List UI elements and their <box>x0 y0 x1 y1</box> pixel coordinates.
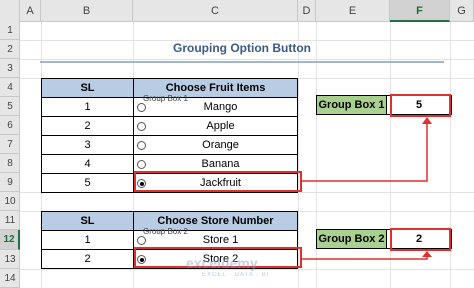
row-header-4[interactable]: 4 <box>0 78 20 97</box>
highlight-jackfruit <box>134 171 302 192</box>
row-header-2[interactable]: 2 <box>0 40 20 59</box>
highlight-value-2 <box>390 228 451 251</box>
watermark-logo: exceldemy <box>186 255 258 271</box>
radio-button[interactable] <box>137 236 146 245</box>
row-header-5[interactable]: 5 <box>0 97 20 116</box>
sl-cell[interactable]: 3 <box>41 135 134 155</box>
sl-cell[interactable]: 1 <box>41 230 134 250</box>
table-header-sl: SL <box>41 211 134 231</box>
radio-button[interactable] <box>137 122 146 131</box>
radio-button[interactable] <box>137 160 146 169</box>
fruit-option[interactable]: Orange <box>133 135 298 155</box>
column-header-d[interactable]: D <box>298 0 316 22</box>
title-underline <box>40 61 444 63</box>
watermark-tagline: EXCEL · DATA · BI <box>202 272 270 278</box>
column-header-b[interactable]: B <box>41 0 133 22</box>
row-header-7[interactable]: 7 <box>0 135 20 154</box>
column-header-g[interactable]: G <box>450 0 474 22</box>
row-header-1[interactable]: 1 <box>0 22 20 40</box>
row-header-3[interactable]: 3 <box>0 59 20 78</box>
column-header-bar: A B C D E F G <box>0 0 474 22</box>
row-header-11[interactable]: 11 <box>0 211 20 230</box>
row-header-6[interactable]: 6 <box>0 116 20 135</box>
option-label: Apple <box>206 120 235 132</box>
group-box-caption-2[interactable]: Group Box 2 <box>143 227 188 236</box>
sl-cell[interactable]: 2 <box>41 116 134 136</box>
gridline <box>20 59 474 60</box>
option-label: Banana <box>201 158 240 170</box>
table-row: 2 Apple <box>41 116 298 136</box>
sl-cell[interactable]: 5 <box>41 173 134 193</box>
arrow-head-2 <box>422 251 432 257</box>
page-title: Grouping Option Button <box>173 41 311 55</box>
arrow-line-2 <box>302 256 428 260</box>
table-row: 3 Orange <box>41 135 298 155</box>
row-header-8[interactable]: 8 <box>0 154 20 173</box>
column-header-a[interactable]: A <box>20 0 41 22</box>
sl-cell[interactable]: 4 <box>41 154 134 174</box>
radio-button[interactable] <box>137 141 146 150</box>
highlight-value-1 <box>390 94 451 117</box>
group-box-caption-1[interactable]: Group Box 1 <box>143 94 188 103</box>
row-header-12[interactable]: 12 <box>0 230 20 250</box>
row-header-14[interactable]: 14 <box>0 269 20 288</box>
select-all-corner[interactable] <box>0 0 20 22</box>
column-header-e[interactable]: E <box>316 0 390 22</box>
row-header-10[interactable]: 10 <box>0 192 20 211</box>
group-box-2-label: Group Box 2 <box>317 230 387 248</box>
row-header-13[interactable]: 13 <box>0 250 20 269</box>
row-header-9[interactable]: 9 <box>0 173 20 192</box>
arrow-head-1 <box>422 117 432 124</box>
sl-cell[interactable]: 1 <box>41 97 134 117</box>
group-box-1-label: Group Box 1 <box>317 96 387 114</box>
option-label: Mango <box>203 101 238 113</box>
radio-button[interactable] <box>137 103 146 112</box>
sl-cell[interactable]: 2 <box>41 249 134 269</box>
option-label: Store 1 <box>202 234 239 246</box>
table-header-sl: SL <box>41 78 134 98</box>
column-header-c[interactable]: C <box>133 0 298 22</box>
row-header-bar: 1 2 3 4 5 6 7 8 9 10 11 12 13 14 <box>0 22 20 288</box>
arrow-line-1 <box>302 122 428 182</box>
option-label: Orange <box>202 139 239 151</box>
fruit-option[interactable]: Apple <box>133 116 298 136</box>
column-header-f[interactable]: F <box>390 0 450 22</box>
